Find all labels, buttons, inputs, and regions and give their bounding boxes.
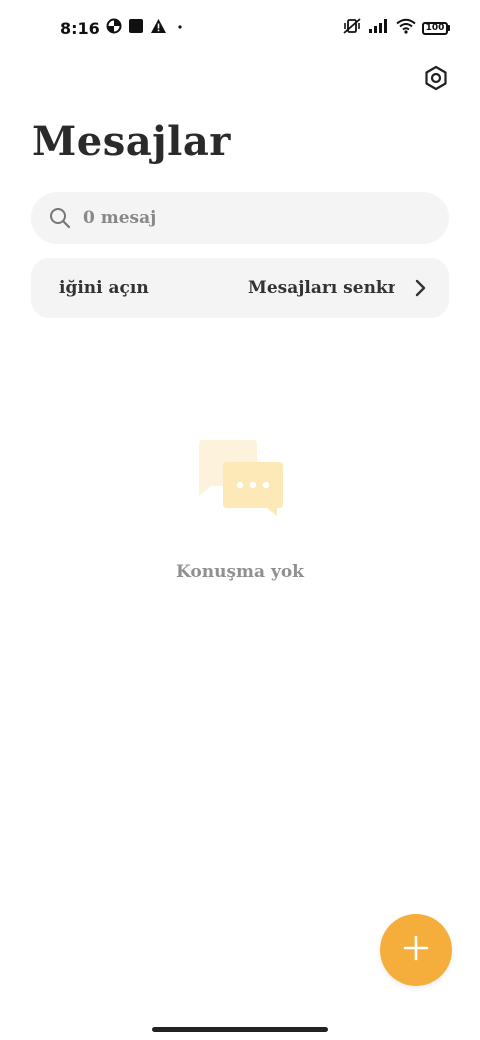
sync-banner-text-right: Mesajları senkro	[248, 278, 395, 298]
wifi-icon	[396, 18, 416, 38]
search-icon	[49, 207, 71, 229]
search-box[interactable]	[31, 192, 449, 244]
warning-icon	[150, 18, 167, 38]
battery-icon: 100	[422, 21, 450, 35]
status-left: 8:16	[60, 16, 187, 40]
chat-bubbles-icon	[195, 438, 287, 520]
battery-level: 100	[422, 21, 448, 35]
status-bar: 8:16 100	[0, 0, 480, 56]
new-message-button[interactable]	[380, 914, 452, 986]
status-right: 100	[342, 16, 450, 40]
plus-icon	[402, 934, 430, 966]
data-saver-icon	[106, 18, 122, 38]
dot-icon	[173, 18, 187, 38]
sync-banner-text-left: iğini açın	[59, 278, 149, 298]
battery-tip	[448, 25, 450, 31]
sync-banner[interactable]: iğini açın Mesajları senkro	[31, 258, 449, 318]
home-indicator[interactable]	[152, 1027, 328, 1032]
settings-icon	[423, 65, 449, 95]
vibrate-off-icon	[342, 17, 362, 39]
signal-icon	[368, 18, 390, 38]
square-notification-icon	[128, 18, 144, 38]
page-title: Mesajlar	[32, 118, 231, 165]
status-time: 8:16	[60, 18, 100, 38]
empty-state-text: Konuşma yok	[176, 562, 304, 582]
settings-button[interactable]	[420, 64, 452, 96]
chevron-right-icon	[409, 277, 431, 299]
search-input[interactable]	[83, 208, 403, 228]
